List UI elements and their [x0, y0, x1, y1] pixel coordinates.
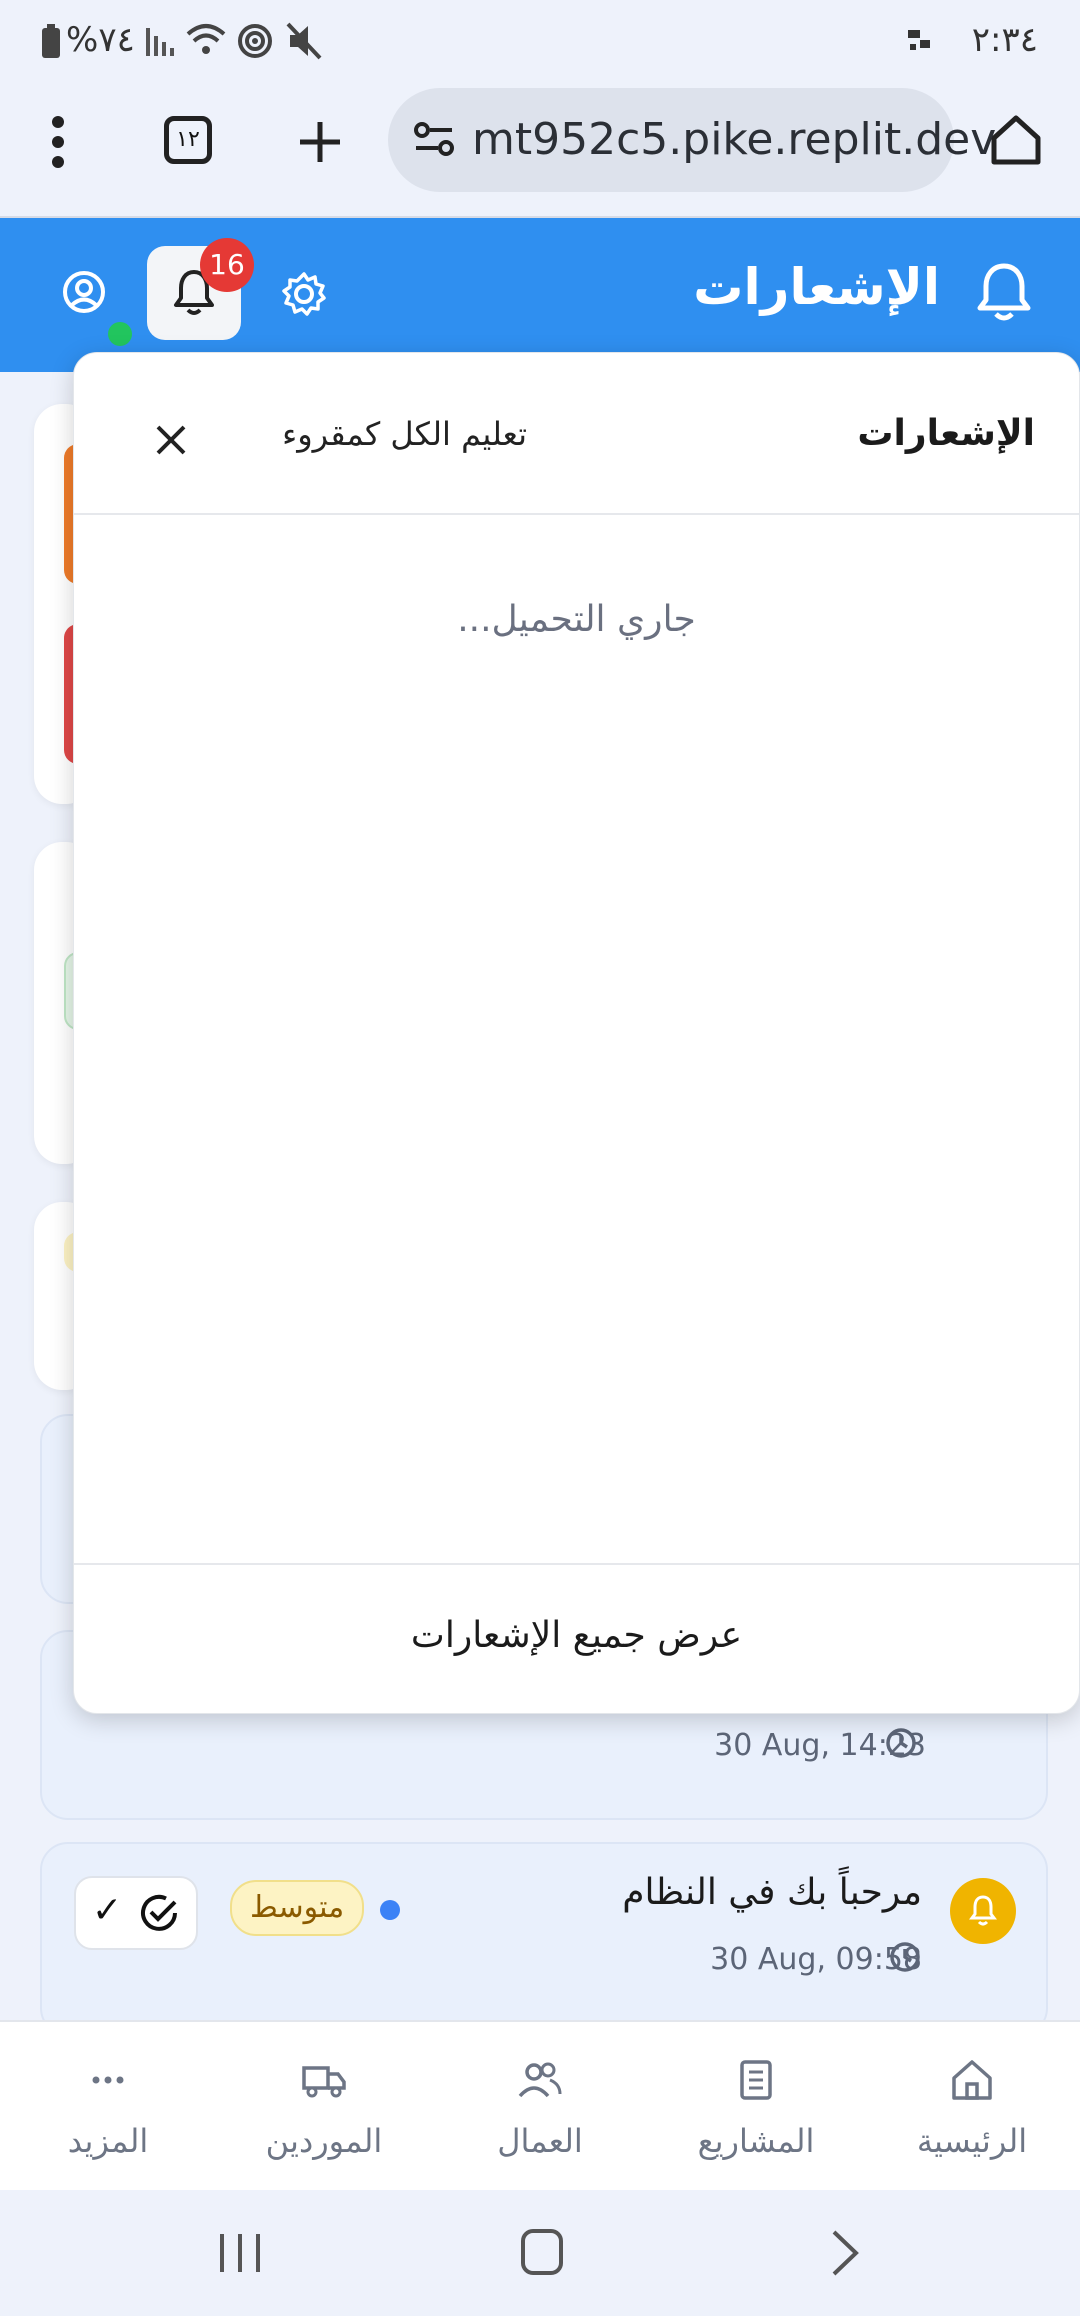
check-mark: ✓: [92, 1890, 123, 1931]
divider: [74, 1563, 1079, 1565]
clock-icon: [886, 1728, 916, 1758]
clock-icon: [890, 1942, 920, 1972]
back-icon[interactable]: [828, 2228, 862, 2278]
mark-all-read-button[interactable]: تعليم الكل كمقروء: [282, 415, 527, 453]
panel-title: الإشعارات: [857, 413, 1035, 454]
circle-check-icon: [141, 1894, 177, 1931]
nav-item-suppliers[interactable]: الموردين: [216, 2022, 432, 2192]
browser-toolbar: mt952c5.pike.replit.dev ١٢: [0, 84, 1080, 218]
notification-item[interactable]: مرحباً بك في النظام 30 Aug, 09:58 متوسط …: [40, 1842, 1048, 2036]
url-text: mt952c5.pike.replit.dev: [472, 114, 997, 165]
divider: [74, 513, 1079, 515]
view-all-notifications-link[interactable]: عرض جميع الإشعارات: [74, 1615, 1079, 1656]
battery-percent: %٧٤: [66, 20, 135, 60]
recent-apps-icon[interactable]: [216, 2230, 264, 2276]
nav-label: العمال: [497, 2122, 583, 2160]
user-profile-icon[interactable]: [60, 268, 108, 316]
online-status-dot: [108, 322, 132, 346]
battery-icon: [42, 24, 60, 58]
mute-icon: [286, 22, 322, 60]
notification-title: مرحباً بك في النظام: [622, 1872, 922, 1913]
nav-item-workers[interactable]: العمال: [432, 2022, 648, 2192]
priority-badge: متوسط: [230, 1880, 365, 1936]
notification-bell-avatar: [950, 1878, 1016, 1944]
site-settings-icon[interactable]: [410, 116, 458, 164]
more-icon: [92, 2076, 124, 2084]
bell-icon: [969, 1895, 997, 1926]
unread-dot: [380, 1900, 400, 1920]
notification-count-badge: 16: [200, 238, 254, 292]
status-bar: ٢:٣٤ %٧٤: [0, 0, 1080, 84]
header-bell-icon: [977, 263, 1031, 321]
page-title: الإشعارات: [693, 258, 940, 316]
home-icon: [952, 2060, 992, 2100]
loading-text: ...جاري التحميل: [457, 599, 696, 640]
close-icon[interactable]: [144, 413, 198, 467]
nav-item-projects[interactable]: المشاريع: [648, 2022, 864, 2192]
home-nav-icon[interactable]: [520, 2228, 564, 2276]
hotspot-icon: [238, 24, 272, 58]
building-icon: [740, 2060, 772, 2100]
notifications-dropdown: الإشعارات تعليم الكل كمقروء ...جاري التح…: [73, 352, 1080, 1714]
bottom-navigation: الرئيسية المشاريع العمال الموردين المزيد: [0, 2020, 1080, 2192]
nav-label: المشاريع: [697, 2122, 815, 2160]
nav-label: المزيد: [67, 2122, 149, 2160]
wifi-icon: [186, 24, 226, 54]
home-icon[interactable]: [988, 112, 1044, 168]
address-bar[interactable]: mt952c5.pike.replit.dev: [388, 88, 996, 192]
nav-label: الرئيسية: [916, 2122, 1028, 2160]
app-header: الإشعارات 16: [0, 218, 1080, 372]
signal-icon: [146, 28, 174, 56]
nav-label: الموردين: [265, 2122, 383, 2160]
settings-gear-icon[interactable]: [280, 270, 328, 318]
system-navigation-bar: [0, 2190, 1080, 2316]
truck-icon: [302, 2066, 346, 2098]
new-tab-icon[interactable]: [296, 118, 344, 166]
mark-read-button[interactable]: ✓: [74, 1876, 198, 1950]
cast-icon: [908, 30, 930, 50]
more-vert-icon[interactable]: [50, 114, 66, 170]
nav-item-home[interactable]: الرئيسية: [864, 2022, 1080, 2192]
status-time: ٢:٣٤: [971, 20, 1038, 60]
nav-item-more[interactable]: المزيد: [0, 2022, 216, 2192]
users-icon: [518, 2062, 562, 2098]
tab-switcher-button[interactable]: ١٢: [164, 116, 212, 164]
